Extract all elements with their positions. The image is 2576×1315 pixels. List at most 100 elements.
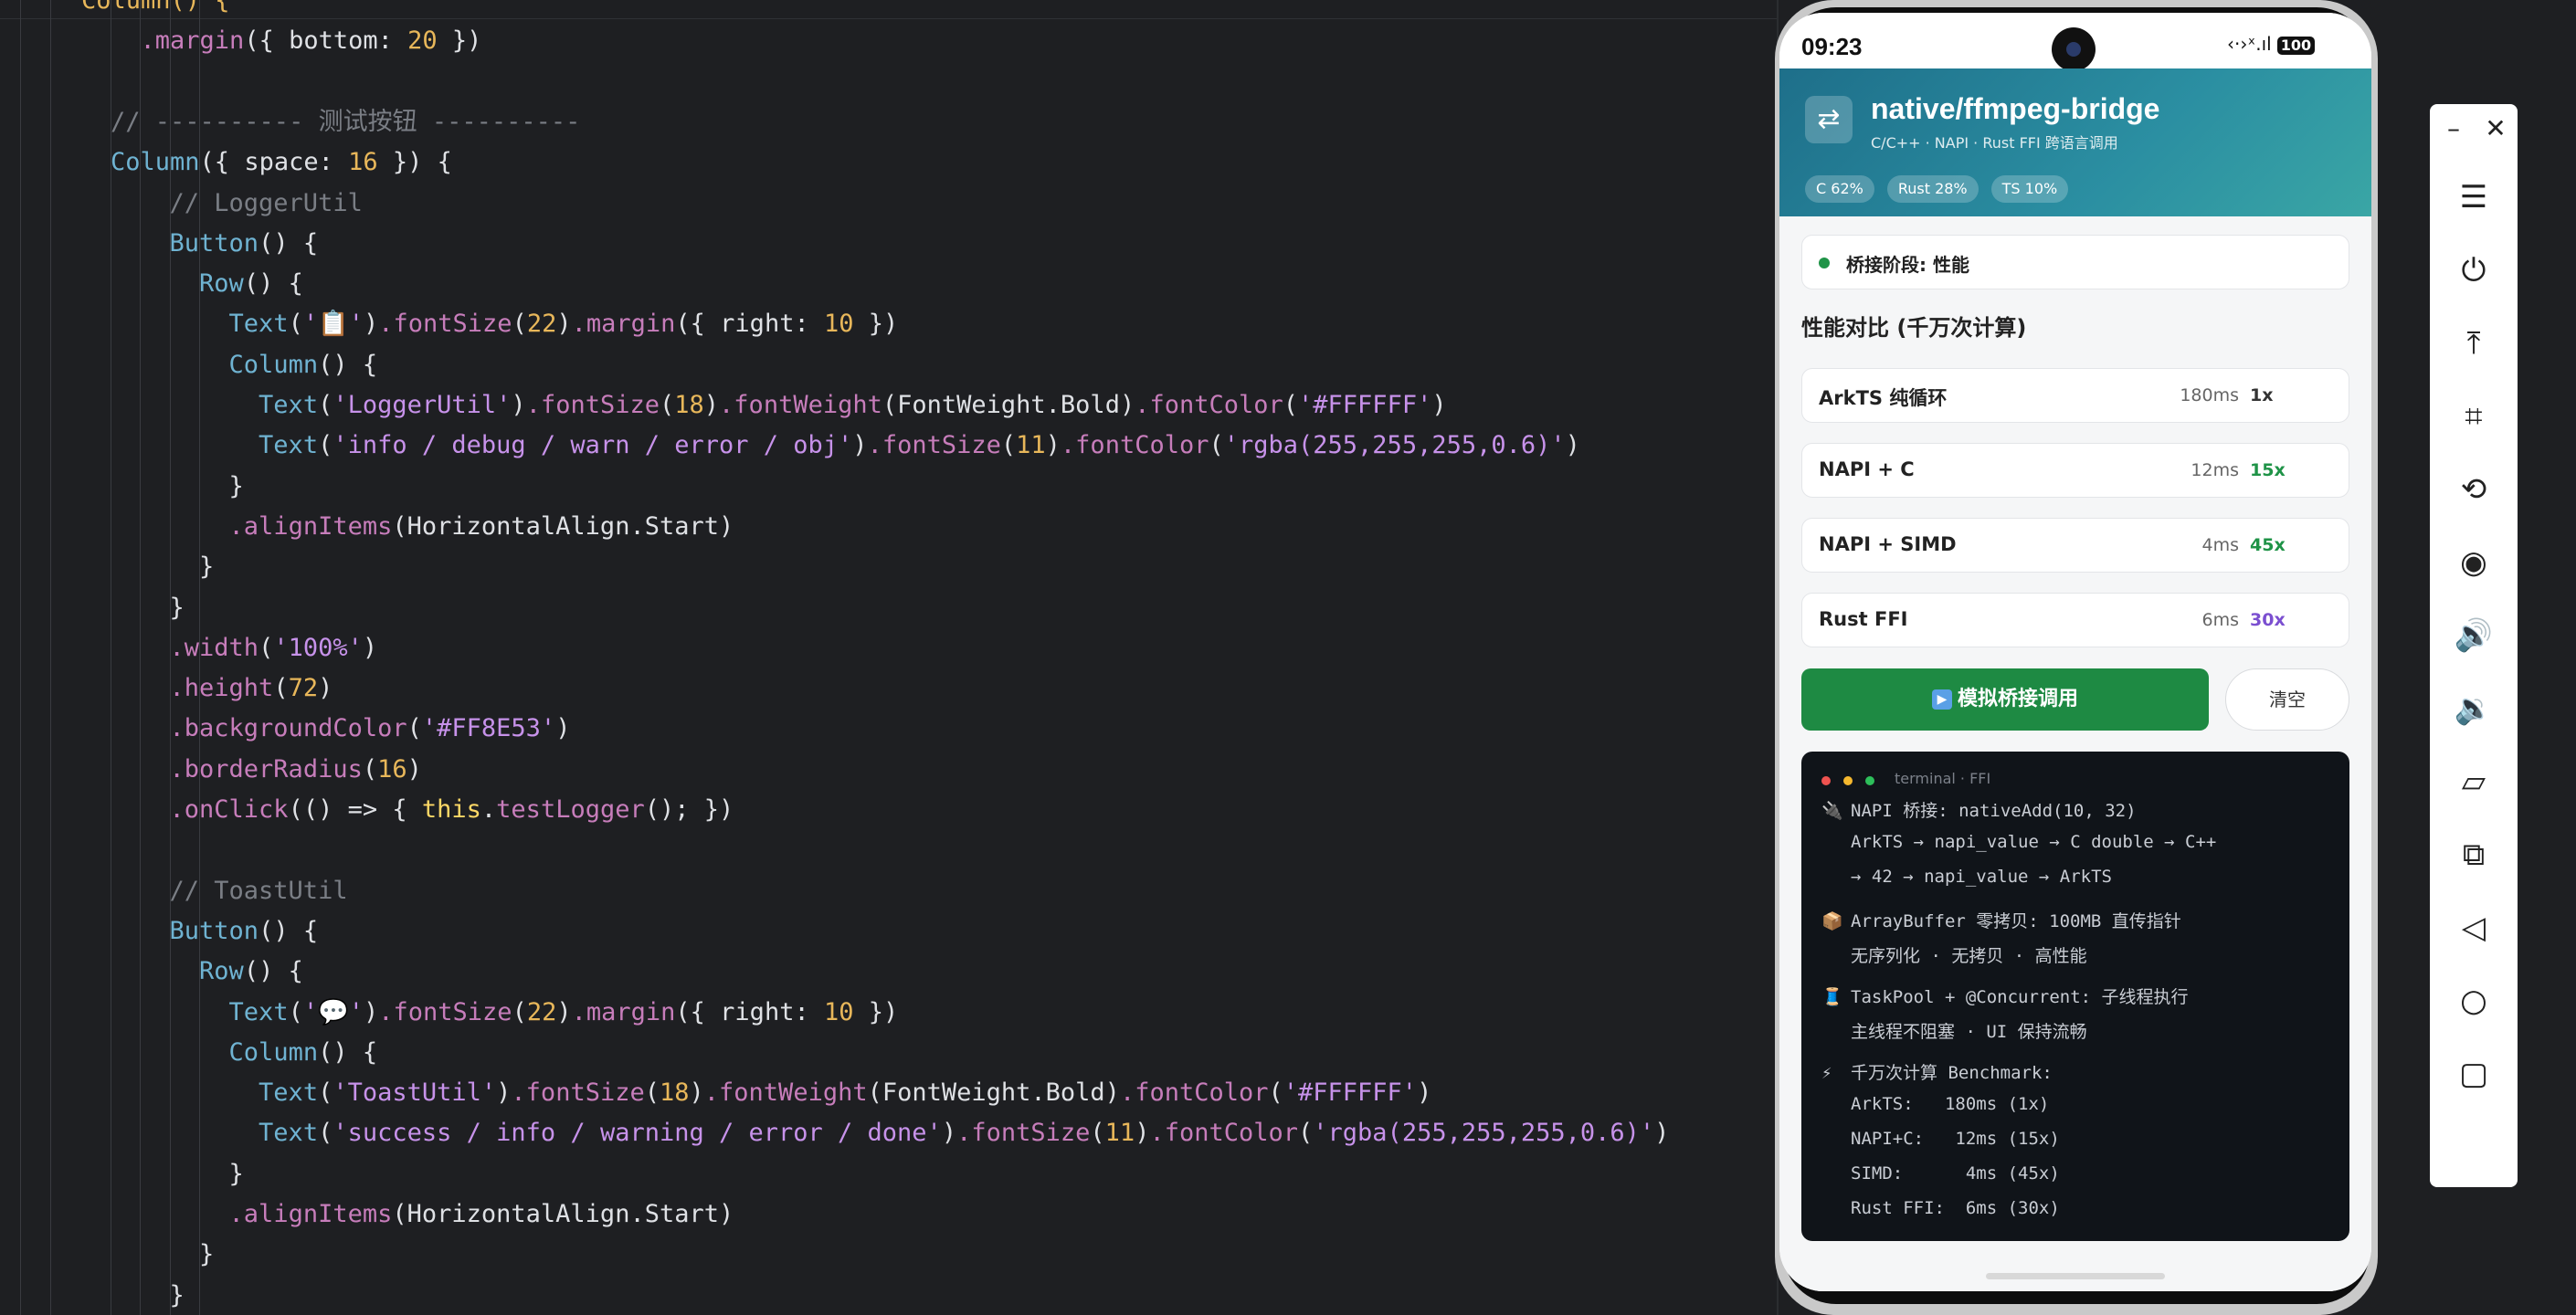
terminal-line-icon: 🔌 (1821, 801, 1843, 821)
code-line: Row() { (199, 269, 303, 299)
code-line: Text('ToastUtil').fontSize(18).fontWeigh… (259, 1078, 1432, 1108)
perf-row-ms: 4ms (2201, 535, 2240, 555)
code-line: } (140, 1159, 244, 1188)
perf-row-ms: 180ms (2180, 385, 2239, 405)
app-subtitle: C/C++ · NAPI · Rust FFI 跨语言调用 (1871, 134, 2118, 152)
home-indicator[interactable] (1986, 1273, 2165, 1279)
rotate-device-icon[interactable]: ▱ (2430, 763, 2518, 800)
code-line: Text('LoggerUtil').fontSize(18).fontWeig… (259, 391, 1447, 419)
perf-row-name: Rust FFI (1819, 608, 1908, 630)
terminal-line: 🔌 NAPI 桥接: nativeAdd(10, 32) (1821, 797, 2137, 822)
code-line: .width('100%') (169, 633, 378, 662)
battery-icon: 100 (2276, 37, 2316, 55)
code-line: Text('success / info / warning / error /… (259, 1119, 1670, 1148)
stage-card: 桥接阶段: 性能 (1801, 235, 2349, 289)
perf-row-ms: 6ms (2201, 610, 2240, 630)
home-icon[interactable]: ○ (2430, 983, 2518, 1019)
code-line: Text('info / debug / warn / error / obj'… (259, 431, 1580, 460)
tag-c: C 62% (1805, 175, 1874, 203)
indent-guide (20, 0, 21, 1315)
terminal-line-text: 主线程不阻塞 · UI 保持流畅 (1851, 1022, 2087, 1042)
code-line: } (140, 1240, 215, 1269)
perf-row: NAPI + SIMD 4ms 45x (1801, 518, 2349, 573)
code-line: // ToastUtil (140, 876, 348, 905)
code-line: .borderRadius(16) (169, 754, 422, 784)
code-line: Column({ space: 16 }) { (111, 148, 452, 177)
phone-screen[interactable]: 09:23 ‹·›ˣ.ıl 100 ⇄ native/ffmpeg-bridge … (1779, 13, 2371, 1291)
terminal-line: ArkTS → napi_value → C double → C++ (1821, 832, 2216, 852)
stage-label: 桥接阶段: 性能 (1846, 254, 1969, 276)
play-icon: ▶ (1931, 689, 1952, 710)
terminal-line-text: ArkTS → napi_value → C double → C++ (1851, 832, 2217, 852)
terminal-line: ArkTS: 180ms (1x) (1821, 1094, 2049, 1114)
terminal-line-text: ArkTS: 180ms (1x) (1851, 1094, 2050, 1114)
app-body: 桥接阶段: 性能 性能对比 (千万次计算) ArkTS 纯循环 180ms 1x… (1779, 216, 2371, 1291)
code-line: .alignItems(HorizontalAlign.Start) (228, 1200, 734, 1228)
terminal-line-icon: 🧵 (1821, 987, 1843, 1007)
code-line: } (140, 471, 244, 500)
code-line: Text('📋').fontSize(22).margin({ right: 1… (228, 310, 899, 339)
terminal-line: Rust FFI: 6ms (30x) (1821, 1198, 2060, 1218)
upload-icon[interactable]: ⤒ (2430, 325, 2518, 362)
rotate-icon[interactable]: ⟲ (2430, 471, 2518, 508)
terminal-line-text: Rust FFI: 6ms (30x) (1851, 1198, 2060, 1218)
menu-icon[interactable]: ☰ (2430, 179, 2518, 216)
tag-ts: TS 10% (1990, 175, 2069, 203)
screen-record-icon[interactable]: ◉ (2430, 544, 2518, 581)
terminal-line: 无序列化 · 无拷贝 · 高性能 (1821, 942, 2087, 967)
code-line: } (140, 552, 215, 582)
perf-row-name: ArkTS 纯循环 (1819, 387, 1948, 409)
code-line: Column() { (81, 0, 230, 15)
perf-row-speedup: 1x (2250, 385, 2274, 405)
code-line: .backgroundColor('#FF8E53') (169, 714, 571, 743)
terminal-line-text: NAPI 桥接: nativeAdd(10, 32) (1851, 801, 2137, 821)
app-header: ⇄ native/ffmpeg-bridge C/C++ · NAPI · Ru… (1779, 68, 2371, 216)
perf-row-speedup: 15x (2250, 460, 2286, 480)
app-title: native/ffmpeg-bridge (1871, 92, 2160, 125)
back-icon[interactable]: ◁ (2430, 910, 2518, 946)
terminal-close-dot-icon (1821, 776, 1831, 785)
terminal-panel: terminal · FFI 🔌 NAPI 桥接: nativeAdd(10, 3… (1801, 752, 2349, 1241)
terminal-line: 🧵 TaskPool + @Concurrent: 子线程执行 (1821, 984, 2189, 1008)
perf-row-name: NAPI + C (1819, 458, 1915, 480)
terminal-line-text: ArrayBuffer 零拷贝: 100MB 直传指针 (1851, 911, 2181, 931)
clear-button[interactable]: 清空 (2225, 668, 2349, 731)
shuffle-icon: ⇄ (1805, 96, 1853, 143)
power-icon[interactable]: ⏻ (2430, 252, 2518, 289)
code-line: // ---------- 测试按钮 ---------- (111, 107, 581, 136)
code-line: Row() { (199, 957, 303, 986)
terminal-max-dot-icon (1865, 776, 1874, 785)
terminal-line-text: TaskPool + @Concurrent: 子线程执行 (1851, 987, 2189, 1007)
perf-row-speedup: 30x (2250, 610, 2286, 630)
perf-row-ms: 12ms (2191, 460, 2239, 480)
perf-row: Rust FFI 6ms 30x (1801, 593, 2349, 647)
simulate-bridge-button[interactable]: ▶ 模拟桥接调用 (1801, 668, 2209, 731)
signal-icon: ‹·›ˣ.ıl (2227, 33, 2272, 55)
code-line: Text('💬').fontSize(22).margin({ right: 1… (228, 997, 899, 1026)
close-icon[interactable]: ✕ (2452, 113, 2539, 143)
crop-icon[interactable]: ⌗ (2430, 398, 2518, 435)
volume-up-icon[interactable]: 🔊 (2430, 617, 2518, 654)
terminal-title: terminal · FFI (1895, 770, 1991, 787)
tag-rust: Rust 28% (1886, 175, 1979, 203)
perf-row-speedup: 45x (2250, 535, 2286, 555)
code-line: Column() { (228, 350, 378, 379)
terminal-line-text: → 42 → napi_value → ArkTS (1851, 867, 2112, 887)
terminal-line: SIMD: 4ms (45x) (1821, 1163, 2060, 1184)
terminal-line: ⚡ 千万次计算 Benchmark: (1821, 1059, 2053, 1084)
terminal-line: 📦 ArrayBuffer 零拷贝: 100MB 直传指针 (1821, 908, 2181, 932)
code-line: .height(72) (169, 674, 333, 703)
multi-device-icon[interactable]: ⧉ (2430, 836, 2518, 873)
recent-apps-icon[interactable]: ▢ (2430, 1056, 2518, 1092)
code-editor[interactable]: Column() { .margin({ bottom: 20 }) // ---… (0, 0, 1777, 1315)
terminal-line: NAPI+C: 12ms (15x) (1821, 1129, 2060, 1149)
terminal-line-icon: ⚡ (1821, 1063, 1832, 1083)
code-line: // LoggerUtil (140, 188, 363, 217)
emulator-toolbar: – ✕ ☰ ⏻ ⤒ ⌗ ⟲ ◉ 🔊 🔉 ▱ ⧉ ◁ ○ ▢ (2430, 104, 2518, 1187)
code-line: Button() { (169, 228, 319, 258)
perf-row-name: NAPI + SIMD (1819, 533, 1957, 555)
code-line: } (140, 1280, 185, 1310)
status-dot-icon (1819, 258, 1830, 268)
volume-down-icon[interactable]: 🔉 (2430, 690, 2518, 727)
code-line: } (140, 593, 185, 622)
